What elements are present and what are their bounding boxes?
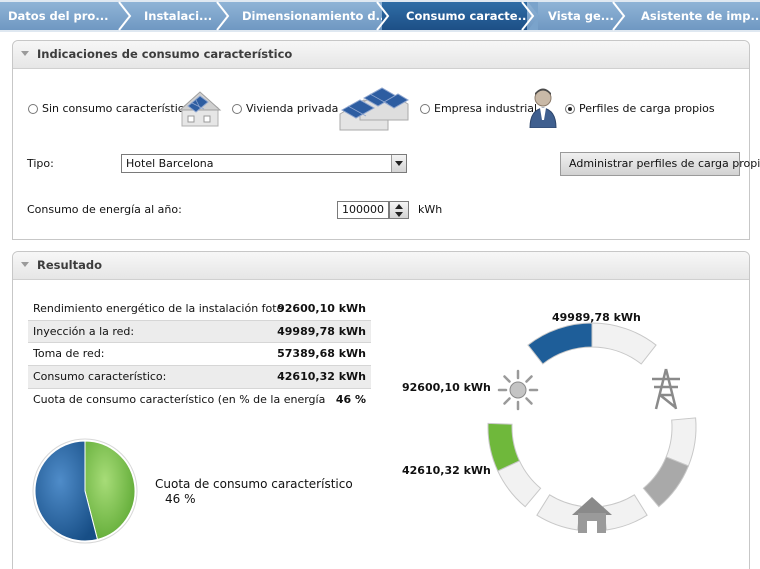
energy-stepper[interactable] [389, 201, 409, 219]
pie-value: 46 % [165, 492, 196, 506]
home-icon [572, 497, 612, 533]
gauge-arc-injection-fill [527, 322, 593, 365]
radio-label: Sin consumo característico [42, 102, 191, 115]
energy-unit: kWh [418, 203, 443, 216]
gauge-arc-home-left [536, 494, 582, 531]
row-value: 46 % [335, 392, 366, 406]
row-value: 57389,68 kWh [277, 347, 366, 361]
row-label: Inyección a la red: [33, 324, 135, 338]
radio-label: Vivienda privada [246, 102, 339, 115]
radio-vivienda-privada[interactable]: Vivienda privada [232, 102, 338, 115]
energy-label: Consumo de energía al año: [27, 203, 182, 216]
stepper-down-icon[interactable] [395, 212, 403, 217]
collapse-triangle-icon [21, 51, 29, 56]
pie-title: Cuota de consumo característico [155, 477, 353, 491]
wizard-steps: Datos del pro... Instalaci... Dimensiona… [0, 0, 760, 32]
radio-button-icon[interactable] [420, 103, 430, 114]
sun-icon [497, 369, 539, 411]
house-icon [178, 91, 222, 127]
indications-panel-header[interactable]: Indicaciones de consumo característico [13, 41, 749, 69]
power-tower-icon [652, 368, 680, 410]
radio-button-icon[interactable] [232, 103, 242, 114]
manage-load-profiles-button[interactable]: Administrar perfiles de carga propio [560, 152, 760, 176]
gauge-arc-injection-rest [591, 322, 657, 365]
radio-sin-consumo[interactable]: Sin consumo característico [28, 102, 191, 115]
row-label: Rendimiento energético de la instalación… [33, 302, 283, 315]
row-value: 49989,78 kWh [277, 324, 366, 338]
indications-title: Indicaciones de consumo característico [37, 47, 293, 61]
gauge-arc-home-right [602, 494, 648, 531]
self-consumption-pie-chart [32, 438, 138, 544]
table-row: Consumo característico: 42610,32 kWh [28, 366, 371, 389]
industrial-building-icon [339, 87, 409, 131]
table-row: Cuota de consumo característico (en % de… [28, 389, 371, 412]
row-label: Toma de red: [33, 347, 105, 361]
radio-empresa-industrial[interactable]: Empresa industrial [420, 102, 537, 115]
gauge-label-self-consumption: 42610,32 kWh [402, 464, 491, 477]
table-row: Rendimiento energético de la instalación… [28, 298, 371, 321]
row-label: Consumo característico: [33, 370, 167, 384]
radio-label: Empresa industrial [434, 102, 538, 115]
pie-slices [34, 440, 136, 542]
results-table: Rendimiento energético de la instalación… [28, 298, 371, 411]
energy-input[interactable]: 100000 [337, 201, 389, 219]
gauge-label-pv-yield: 92600,10 kWh [402, 381, 491, 394]
gauge-label-grid-injection: 49989,78 kWh [552, 311, 641, 324]
radio-perfiles-carga[interactable]: Perfiles de carga propios [565, 102, 715, 115]
person-icon [529, 88, 557, 128]
step-separators [118, 1, 626, 31]
collapse-triangle-icon [21, 262, 29, 267]
radio-button-icon[interactable] [28, 103, 38, 114]
table-row: Inyección a la red: 49989,78 kWh [28, 320, 371, 344]
radio-button-selected-icon[interactable] [565, 103, 575, 114]
tipo-select-value: Hotel Barcelona [126, 157, 214, 170]
radio-label: Perfiles de carga propios [579, 102, 715, 115]
table-row: Toma de red: 57389,68 kWh [28, 343, 371, 367]
row-value: 42610,32 kWh [277, 370, 366, 384]
tipo-select[interactable]: Hotel Barcelona [121, 154, 407, 173]
stepper-up-icon[interactable] [395, 204, 403, 209]
dropdown-arrow-icon[interactable] [391, 155, 406, 172]
row-label: Cuota de consumo característico (en % de… [33, 392, 325, 406]
row-value: 92600,10 kWh [277, 302, 366, 315]
tipo-label: Tipo: [27, 157, 54, 170]
energy-flow-gauge [487, 322, 697, 533]
gauge-arc-grid-fill [642, 456, 690, 508]
result-panel-header[interactable]: Resultado [13, 252, 749, 280]
result-title: Resultado [37, 258, 103, 272]
